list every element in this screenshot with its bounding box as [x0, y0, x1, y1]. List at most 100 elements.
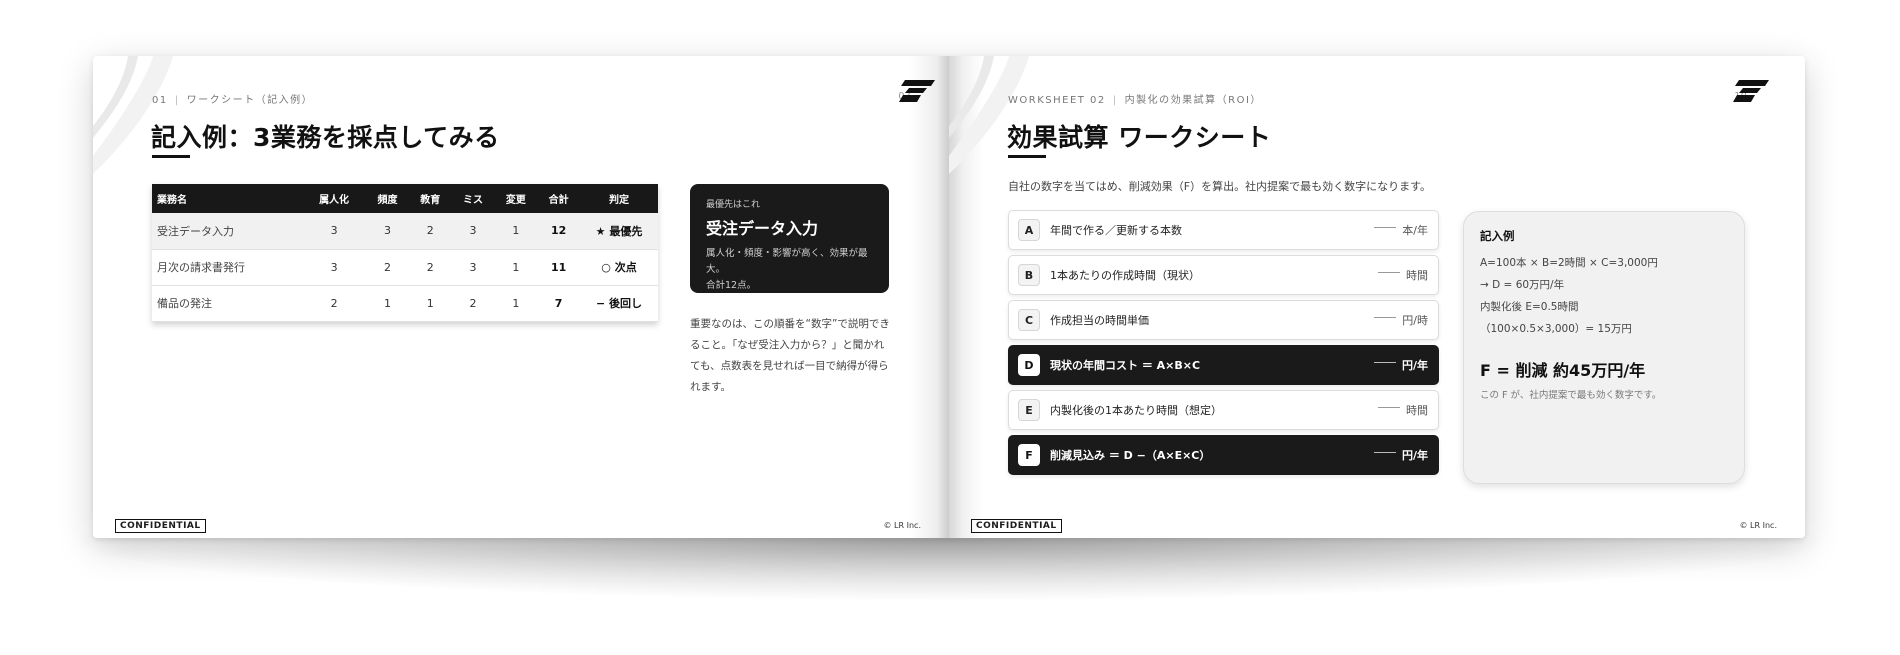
- row-label: 年間で作る／更新する本数: [1050, 224, 1182, 237]
- row-label: 内製化後の1本あたり時間（想定）: [1050, 404, 1222, 417]
- example-result: F = 削減 約45万円/年: [1480, 361, 1646, 380]
- row-letter-badge: C: [1018, 309, 1040, 331]
- row-label: 削減見込み ＝ D −（A×E×C）: [1050, 449, 1211, 462]
- worksheet-row-e: E 内製化後の1本あたり時間（想定） 時間: [1008, 390, 1439, 430]
- priority-card-desc: 属人化・頻度・影響が高く、効果が最大。 合計12点。: [706, 246, 873, 294]
- example-line: A=100本 × B=2時間 × C=3,000円: [1480, 257, 1658, 269]
- kicker-text: 内製化の効果試算（ROI）: [1124, 95, 1262, 106]
- row-label: 作成担当の時間単価: [1050, 314, 1149, 327]
- judgement-cell: ○ 次点: [580, 249, 658, 286]
- score-cell: 1: [494, 285, 538, 322]
- gutter-shadow: [909, 56, 949, 538]
- right-page: WORKSHEET 02|内製化の効果試算（ROI） 10 効果試算 ワークシー…: [949, 56, 1805, 538]
- row-letter-badge: A: [1018, 219, 1040, 241]
- judgement-cell: ★ 最優先: [580, 213, 658, 250]
- kicker: WORKSHEET 02 | 内製化の効果試算（ROI）: [1008, 95, 1262, 106]
- column-header: 判定: [580, 184, 658, 213]
- example-card: 記入例 A=100本 × B=2時間 × C=3,000円 → D = 60万円…: [1463, 211, 1745, 484]
- worksheet-row-a: A 年間で作る／更新する本数 本/年: [1008, 210, 1439, 250]
- left-page: 01|ワークシート（記入例） 07 記入例：3業務を採点してみる 業務名 属人化…: [93, 56, 949, 538]
- blank-line: [1378, 271, 1400, 273]
- score-cell: 2: [451, 285, 495, 322]
- score-cell: 2: [408, 249, 452, 286]
- row-input[interactable]: 本/年: [1374, 211, 1428, 249]
- score-table: 業務名 属人化 頻度 教育 ミス 変更 合計 判定 受注データ入力 3 3 2 …: [152, 184, 658, 322]
- confidential-label: CONFIDENTIAL: [971, 519, 1062, 533]
- column-header: 頻度: [366, 184, 409, 213]
- confidential-label: CONFIDENTIAL: [115, 519, 206, 533]
- score-cell: 2: [302, 285, 367, 322]
- column-header: 業務名: [152, 184, 302, 213]
- column-header: 属人化: [302, 184, 367, 213]
- explanation-note: 重要なのは、この順番を“数字”で説明できること。「なぜ受注入力から？」と聞かれて…: [690, 318, 890, 393]
- example-heading: 記入例: [1480, 229, 1515, 243]
- priority-card: 最優先はこれ 受注データ入力 属人化・頻度・影響が高く、効果が最大。 合計12点…: [690, 184, 889, 293]
- score-cell: 1: [494, 213, 538, 250]
- table-row: 月次の請求書発行 3 2 2 3 1 11 ○ 次点: [152, 249, 658, 286]
- column-header: ミス: [451, 184, 495, 213]
- score-cell: 3: [302, 213, 367, 250]
- priority-card-name: 受注データ入力: [706, 219, 819, 238]
- row-input[interactable]: 時間: [1378, 256, 1428, 294]
- example-line: 内製化後 E=0.5時間: [1480, 301, 1579, 313]
- row-letter-badge: F: [1018, 444, 1040, 466]
- task-name: 受注データ入力: [152, 213, 302, 250]
- copyright: © LR Inc.: [1739, 521, 1777, 530]
- score-cell: 1: [408, 285, 452, 322]
- row-label: 現状の年間コスト ＝ A×B×C: [1050, 359, 1201, 372]
- kicker: 01 | ワークシート（記入例）: [152, 95, 314, 106]
- blank-line: [1373, 361, 1396, 363]
- score-cell: 2: [366, 249, 409, 286]
- example-line: （100×0.5×3,000）= 15万円: [1480, 323, 1632, 335]
- page-title: 効果試算 ワークシート: [1007, 123, 1272, 152]
- worksheet-row-d: D 現状の年間コスト ＝ A×B×C 円/年: [1008, 345, 1439, 385]
- total-cell: 7: [537, 285, 580, 322]
- score-cell: 3: [451, 249, 495, 286]
- row-unit: 時間: [1406, 269, 1428, 282]
- kicker-text: ワークシート（記入例）: [186, 95, 314, 106]
- priority-card-desc-line: 属人化・頻度・影響が高く、効果が最大。: [706, 248, 868, 275]
- total-cell: 11: [537, 249, 580, 286]
- blank-line: [1374, 316, 1397, 318]
- worksheet-row-f: F 削減見込み ＝ D −（A×E×C） 円/年: [1008, 435, 1439, 475]
- blank-line: [1373, 451, 1396, 453]
- score-cell: 1: [494, 249, 538, 286]
- kicker-label: WORKSHEET 02: [1008, 95, 1106, 106]
- score-cell: 1: [366, 285, 409, 322]
- row-letter-badge: D: [1018, 354, 1040, 376]
- worksheet-row-b: B 1本あたりの作成時間（現状） 時間: [1008, 255, 1439, 295]
- table-row: 受注データ入力 3 3 2 3 1 12 ★ 最優先: [152, 213, 658, 250]
- total-cell: 12: [537, 213, 580, 250]
- row-unit: 本/年: [1402, 224, 1428, 237]
- worksheet-rows: A 年間で作る／更新する本数 本/年 B 1本あたりの作成時間（現状） 時間 C…: [1008, 210, 1439, 480]
- brand-logo-icon: [1733, 80, 1769, 102]
- kicker-number: 01: [152, 95, 168, 106]
- row-unit: 時間: [1406, 404, 1428, 417]
- row-letter-badge: E: [1018, 399, 1040, 421]
- task-name: 備品の発注: [152, 285, 302, 322]
- blank-line: [1378, 406, 1400, 408]
- row-unit: 円/時: [1402, 314, 1428, 327]
- book-spread: 01|ワークシート（記入例） 07 記入例：3業務を採点してみる 業務名 属人化…: [93, 56, 1805, 538]
- example-result-note: この F が、社内提案で最も効く数字です。: [1480, 390, 1662, 401]
- score-cell: 3: [366, 213, 409, 250]
- table-header-row: 業務名 属人化 頻度 教育 ミス 変更 合計 判定: [152, 184, 658, 213]
- title-underline: [152, 155, 190, 158]
- title-underline: [1008, 155, 1046, 158]
- intro-text: 自社の数字を当てはめ、削減効果（F）を算出。社内提案で最も効く数字になります。: [1008, 180, 1432, 193]
- priority-card-label: 最優先はこれ: [706, 200, 761, 210]
- row-input[interactable]: 円/時: [1374, 301, 1428, 339]
- table-row: 備品の発注 2 1 1 2 1 7 − 後回し: [152, 285, 658, 322]
- row-input[interactable]: 時間: [1378, 391, 1428, 429]
- task-name: 月次の請求書発行: [152, 249, 302, 286]
- row-input[interactable]: 円/年: [1373, 346, 1428, 384]
- column-header: 変更: [494, 184, 538, 213]
- example-line: → D = 60万円/年: [1480, 279, 1565, 291]
- row-unit: 円/年: [1401, 359, 1428, 372]
- score-cell: 2: [408, 213, 452, 250]
- row-letter-badge: B: [1018, 264, 1040, 286]
- score-cell: 3: [451, 213, 495, 250]
- blank-line: [1374, 226, 1397, 228]
- score-cell: 3: [302, 249, 367, 286]
- row-input[interactable]: 円/年: [1373, 436, 1428, 474]
